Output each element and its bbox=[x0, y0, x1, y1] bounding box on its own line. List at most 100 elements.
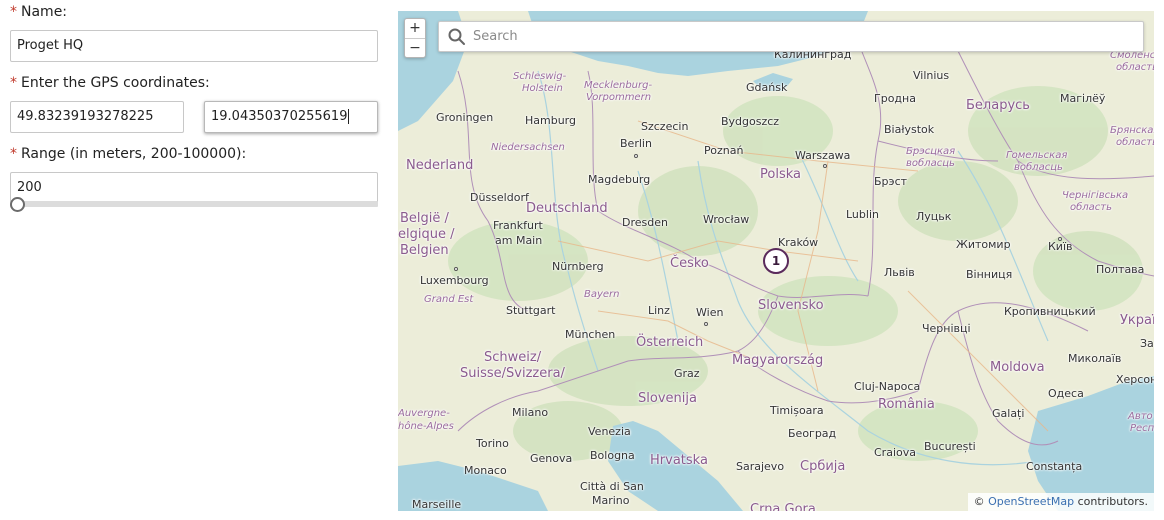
map-label: Nederland bbox=[406, 158, 474, 173]
map-label: Кропивницький bbox=[1004, 305, 1096, 318]
map-label: Hamburg bbox=[525, 114, 576, 127]
map-label: Lublin bbox=[846, 208, 879, 221]
search-icon bbox=[448, 28, 465, 45]
map-label: Чернігівська bbox=[1062, 190, 1129, 201]
attribution-prefix: © bbox=[973, 495, 989, 508]
range-label: * Range (in meters, 200-100000): bbox=[10, 145, 246, 163]
map-label: Полтава bbox=[1096, 263, 1145, 276]
map-label: Düsseldorf bbox=[470, 191, 529, 204]
map-label: Città di San bbox=[580, 480, 644, 493]
map-label: Гомельская bbox=[1006, 150, 1068, 161]
map-label: Monaco bbox=[464, 464, 507, 477]
map-label: Crna Gora bbox=[750, 502, 816, 511]
map-label: Брянская bbox=[1110, 125, 1154, 136]
map-label: Sarajevo bbox=[736, 460, 785, 473]
latitude-input[interactable]: 49.83239193278225 bbox=[10, 101, 184, 133]
map-label: За bbox=[1140, 337, 1154, 350]
map-label: Milano bbox=[512, 406, 549, 419]
map-label: Polska bbox=[760, 167, 801, 182]
map-label: Marseille bbox=[412, 498, 462, 511]
map-label: Warszawa bbox=[795, 149, 851, 162]
map-attribution: © OpenStreetMap contributors. bbox=[967, 493, 1154, 511]
name-input[interactable]: Proget HQ bbox=[10, 30, 378, 62]
map-label: Львів bbox=[884, 266, 915, 279]
map-label: Bydgoszcz bbox=[721, 115, 780, 128]
map-label: Брэсцкая bbox=[906, 146, 956, 157]
openstreetmap-link[interactable]: OpenStreetMap bbox=[988, 495, 1074, 508]
map-label: Bologna bbox=[590, 449, 635, 462]
map-label: Schweiz/ bbox=[484, 350, 542, 365]
map-label: Constanța bbox=[1026, 460, 1083, 473]
range-slider-handle[interactable] bbox=[10, 197, 25, 212]
map-label: Kraków bbox=[778, 236, 819, 249]
map-label: Holstein bbox=[522, 83, 563, 94]
map-label: Magyarország bbox=[732, 353, 824, 368]
map-label: Брэст bbox=[874, 175, 908, 188]
map-label: Mecklenburg- bbox=[584, 80, 653, 91]
zoom-in-button[interactable]: + bbox=[405, 19, 425, 38]
map-label: Slovensko bbox=[758, 298, 824, 313]
map-label: Frankfurt bbox=[493, 219, 543, 232]
map-label: Луцьк bbox=[916, 210, 952, 223]
city-dot bbox=[634, 154, 638, 158]
required-marker: * bbox=[10, 146, 17, 162]
required-marker: * bbox=[10, 75, 17, 91]
map-label: Genova bbox=[530, 452, 573, 465]
map-label: Гродна bbox=[874, 92, 916, 105]
map-label: Украї bbox=[1120, 313, 1154, 328]
map-label: Gdańsk bbox=[746, 81, 788, 94]
map-label: Београд bbox=[788, 427, 837, 440]
attribution-suffix: contributors. bbox=[1074, 495, 1148, 508]
map-label: Niedersachsen bbox=[491, 142, 565, 153]
map-label: Torino bbox=[476, 437, 509, 450]
map-label: Hrvatska bbox=[650, 453, 708, 468]
range-input[interactable]: 200 bbox=[10, 172, 378, 204]
map-label: область bbox=[1116, 62, 1154, 73]
zoom-out-button[interactable]: − bbox=[405, 38, 425, 57]
map-label: Galați bbox=[992, 407, 1025, 420]
map-label: Vorpommern bbox=[586, 92, 652, 103]
map-label: Berlin bbox=[620, 137, 652, 150]
map-label: Wrocław bbox=[703, 213, 750, 226]
city-dot bbox=[823, 164, 827, 168]
range-slider-track[interactable] bbox=[10, 201, 378, 207]
location-marker[interactable]: 1 bbox=[763, 248, 789, 274]
map-label: Вінниця bbox=[966, 268, 1013, 281]
map-label: Одеса bbox=[1048, 387, 1084, 400]
map-label: Магілёў bbox=[1060, 92, 1106, 105]
map-label: Timișoara bbox=[770, 404, 824, 417]
map-label: Linz bbox=[648, 304, 670, 317]
gps-label-text: Enter the GPS coordinates: bbox=[21, 75, 210, 91]
map-label: Київ bbox=[1048, 240, 1073, 253]
map-label: Vilnius bbox=[913, 69, 950, 82]
map-label: Смоленская bbox=[1110, 50, 1154, 61]
map-label: Suisse/Svizzera/ bbox=[460, 366, 565, 381]
map-label: Belgien bbox=[400, 243, 449, 258]
map-label: Stuttgart bbox=[506, 304, 556, 317]
map-label: Craiova bbox=[874, 446, 916, 459]
name-label-text: Name: bbox=[21, 4, 68, 20]
map-label: Чернівці bbox=[922, 322, 971, 335]
map-label: Česko bbox=[670, 256, 709, 271]
zoom-control: + − bbox=[404, 18, 426, 58]
map-label: вобласць bbox=[906, 158, 955, 169]
map-label: Србија bbox=[800, 459, 846, 474]
map-view[interactable]: Калининград Смоленская область Vilnius G… bbox=[398, 11, 1154, 511]
map-label: Dresden bbox=[622, 216, 668, 229]
map-label: România bbox=[878, 397, 935, 412]
map-search-input[interactable] bbox=[471, 22, 1135, 51]
gps-label: * Enter the GPS coordinates: bbox=[10, 74, 210, 92]
map-search-box bbox=[438, 21, 1144, 52]
map-label: am Main bbox=[495, 234, 543, 247]
map-label: Poznań bbox=[704, 144, 744, 157]
longitude-input[interactable]: 19.04350370255619 bbox=[204, 101, 378, 133]
map-label: Bayern bbox=[584, 289, 620, 300]
map-label: België / bbox=[400, 211, 449, 226]
city-dot bbox=[704, 322, 708, 326]
name-label: * Name: bbox=[10, 3, 67, 21]
map-label: Авто bbox=[1128, 411, 1153, 422]
city-dot bbox=[1058, 237, 1062, 241]
map-label: Херсон bbox=[1116, 373, 1154, 386]
map-label: Беларусь bbox=[966, 98, 1030, 113]
map-label: Житомир bbox=[956, 238, 1011, 251]
